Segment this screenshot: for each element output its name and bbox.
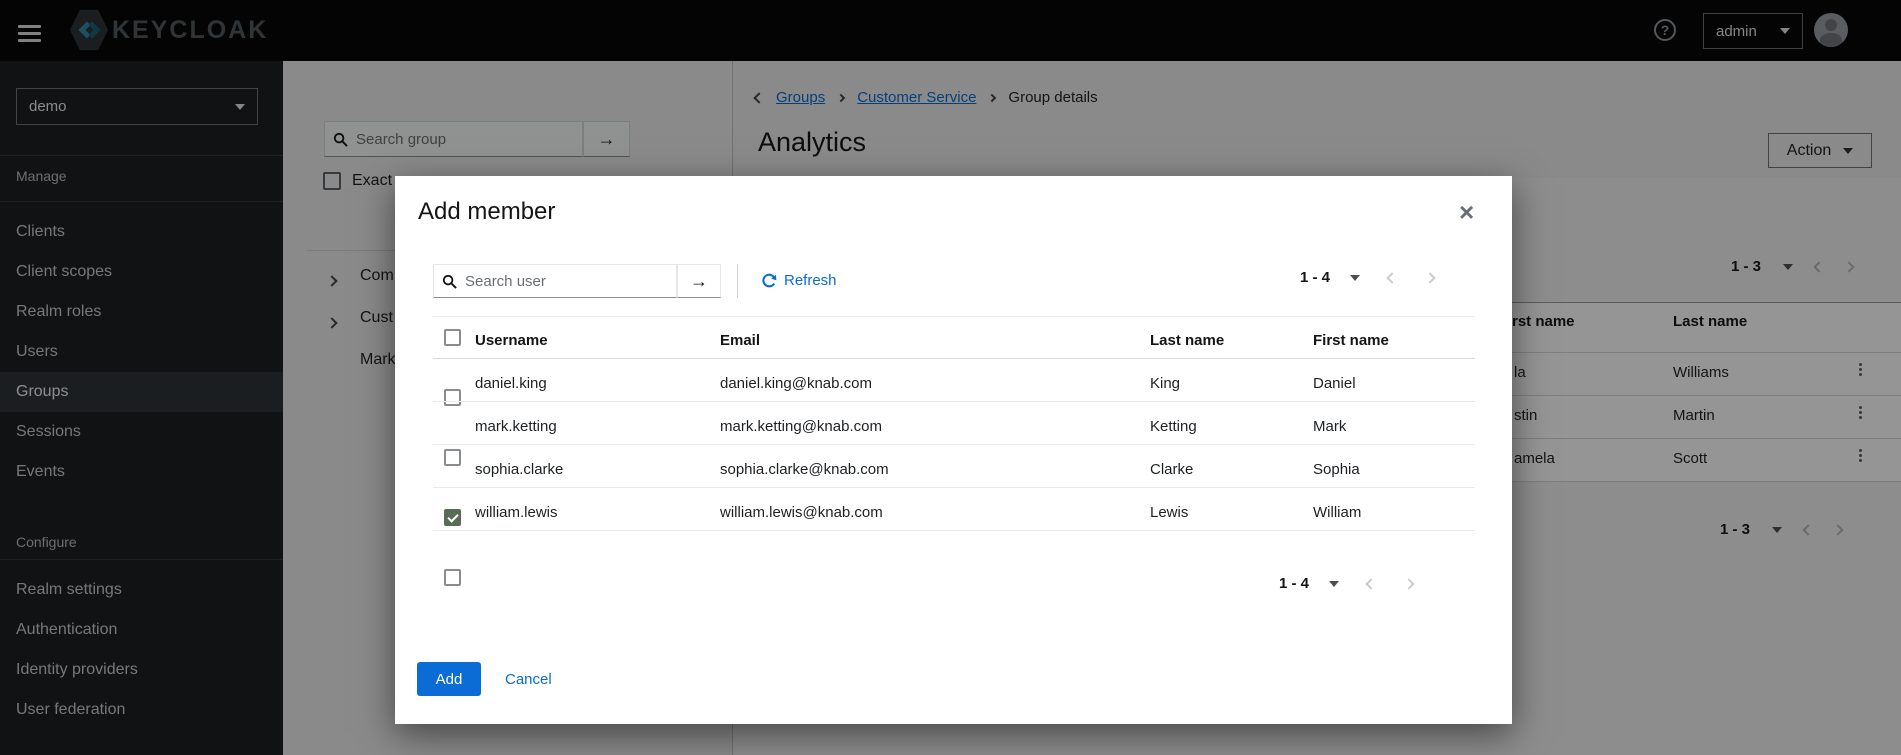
cell-first-name: William: [1313, 504, 1361, 521]
modal-title: Add member: [418, 198, 555, 226]
cell-first-name: Daniel: [1313, 375, 1356, 392]
row-divider: [433, 530, 1475, 531]
prev-page-icon[interactable]: [1365, 578, 1376, 589]
prev-page-icon[interactable]: [1386, 272, 1397, 283]
row-checkbox[interactable]: [444, 389, 461, 406]
arrow-right-icon: →: [690, 271, 708, 292]
cell-email: sophia.clarke@knab.com: [720, 461, 889, 478]
row-divider: [433, 444, 1475, 445]
column-header-last-name: Last name: [1150, 332, 1224, 349]
user-search-submit-button[interactable]: →: [677, 264, 721, 298]
add-button[interactable]: Add: [417, 662, 481, 696]
cell-username: william.lewis: [475, 504, 558, 521]
cancel-button[interactable]: Cancel: [505, 671, 552, 688]
cell-email: daniel.king@knab.com: [720, 375, 872, 392]
chevron-down-icon[interactable]: [1350, 275, 1360, 281]
add-member-modal: Add member × → Refresh 1 - 4: [395, 176, 1512, 724]
chevron-down-icon[interactable]: [1329, 581, 1339, 587]
cell-first-name: Sophia: [1313, 461, 1360, 478]
close-icon[interactable]: ×: [1459, 202, 1474, 222]
next-page-icon[interactable]: [1403, 578, 1414, 589]
user-search-input[interactable]: [465, 273, 668, 290]
row-checkbox[interactable]: [444, 449, 461, 466]
modal-pagination-top: 1 - 4: [1300, 269, 1434, 286]
refresh-icon: [761, 273, 777, 289]
user-search-field: [433, 264, 677, 298]
cell-username: mark.ketting: [475, 418, 557, 435]
cell-email: mark.ketting@knab.com: [720, 418, 882, 435]
row-divider: [433, 401, 1475, 402]
keycloak-admin-console: KEYCLOAK ? admin demo Manage Clients Cli…: [0, 0, 1901, 755]
cell-first-name: Mark: [1313, 418, 1346, 435]
cell-username: daniel.king: [475, 375, 547, 392]
cell-username: sophia.clarke: [475, 461, 563, 478]
modal-pagination-bottom: 1 - 4: [1279, 575, 1413, 592]
refresh-button[interactable]: Refresh: [761, 272, 837, 289]
search-icon: [442, 274, 457, 289]
column-header-username: Username: [475, 332, 548, 349]
cell-last-name: Lewis: [1150, 504, 1188, 521]
column-header-email: Email: [720, 332, 760, 349]
cell-email: william.lewis@knab.com: [720, 504, 883, 521]
row-divider: [433, 487, 1475, 488]
pagination-range: 1 - 4: [1300, 269, 1330, 286]
row-divider: [433, 358, 1475, 359]
cell-last-name: King: [1150, 375, 1180, 392]
next-page-icon[interactable]: [1424, 272, 1435, 283]
select-all-checkbox[interactable]: [444, 329, 461, 346]
cell-last-name: Clarke: [1150, 461, 1193, 478]
row-checkbox[interactable]: [444, 569, 461, 586]
refresh-label: Refresh: [784, 272, 837, 289]
divider: [737, 264, 738, 298]
row-checkbox[interactable]: [444, 509, 461, 526]
table-border: [433, 316, 1475, 317]
cell-last-name: Ketting: [1150, 418, 1197, 435]
column-header-first-name: First name: [1313, 332, 1389, 349]
pagination-range: 1 - 4: [1279, 575, 1309, 592]
